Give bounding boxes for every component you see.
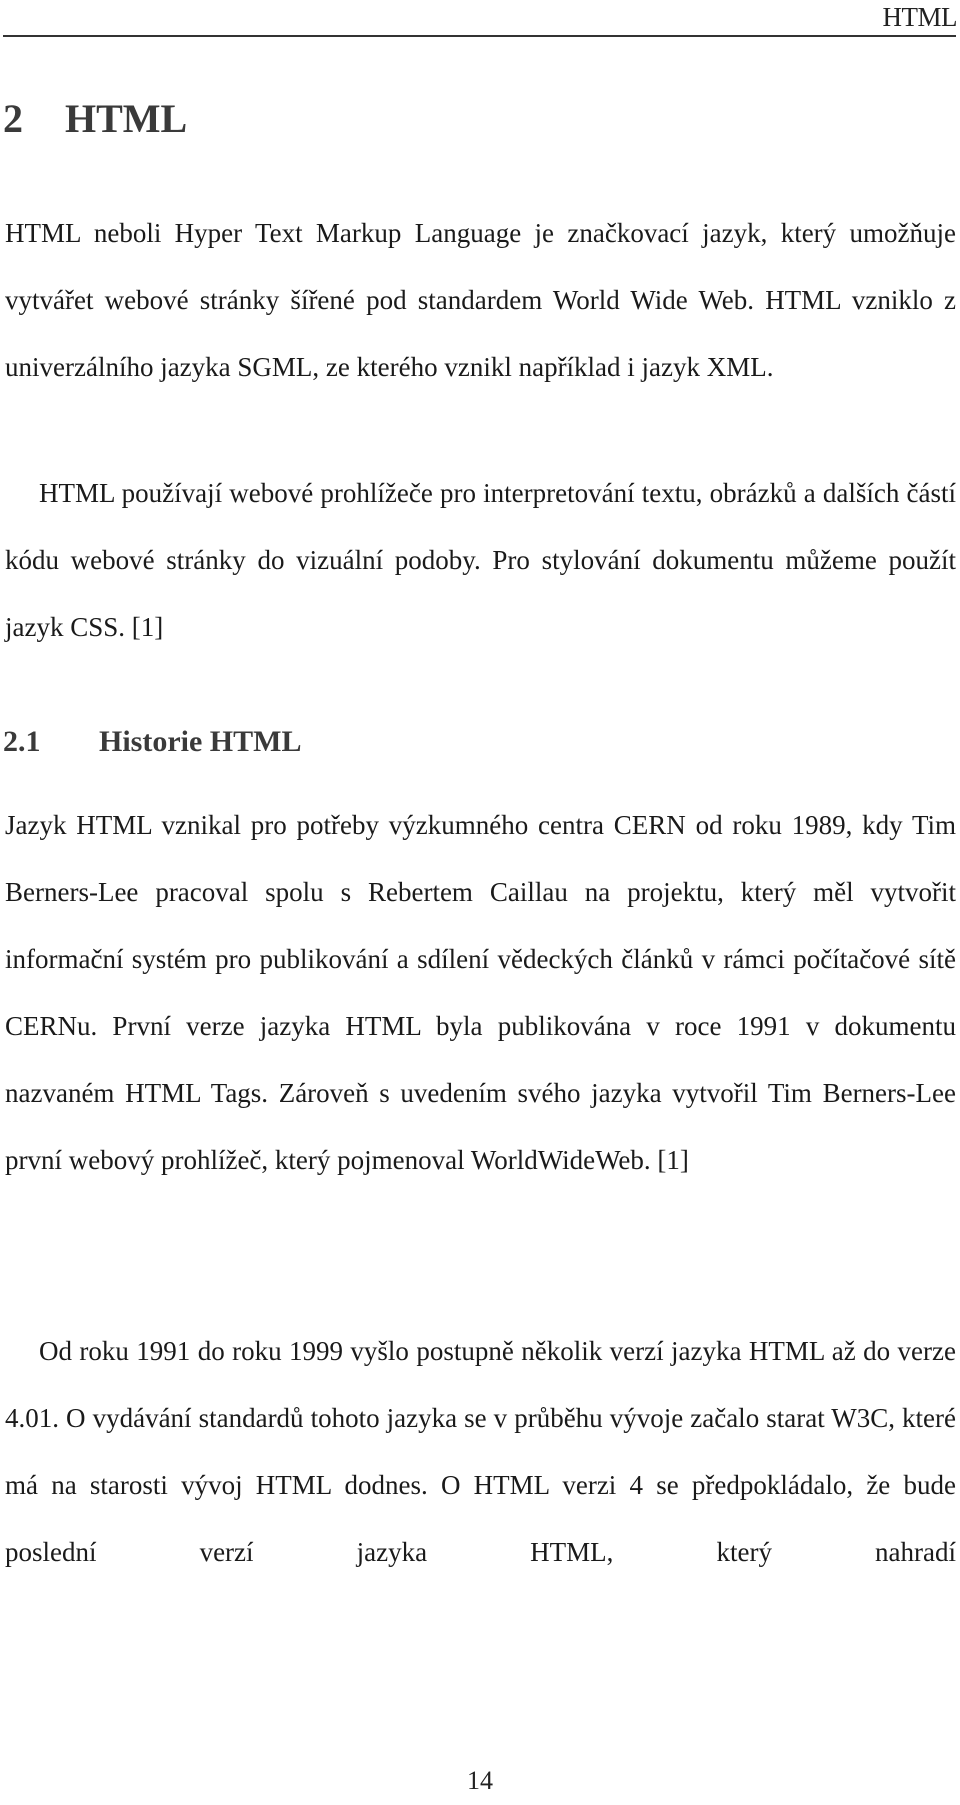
section-paragraph: Od roku 1991 do roku 1999 vyšlo postupně… xyxy=(5,1336,956,1567)
chapter-heading: 2 HTML xyxy=(3,95,187,142)
intro-paragraph: HTML používají webové prohlížeče pro int… xyxy=(5,478,956,642)
section-number: 2.1 xyxy=(3,725,41,758)
chapter-number: 2 xyxy=(3,96,23,141)
running-header: HTML xyxy=(882,2,958,32)
intro-paragraph: HTML neboli Hyper Text Markup Language j… xyxy=(5,218,956,382)
header-rule xyxy=(3,35,956,37)
section-title: Historie HTML xyxy=(99,725,302,758)
page-number: 14 xyxy=(467,1766,493,1795)
section-heading: 2.1 Historie HTML xyxy=(3,725,301,759)
section-paragraph: Jazyk HTML vznikal pro potřeby výzkumnéh… xyxy=(5,810,956,1175)
chapter-title: HTML xyxy=(65,96,188,141)
